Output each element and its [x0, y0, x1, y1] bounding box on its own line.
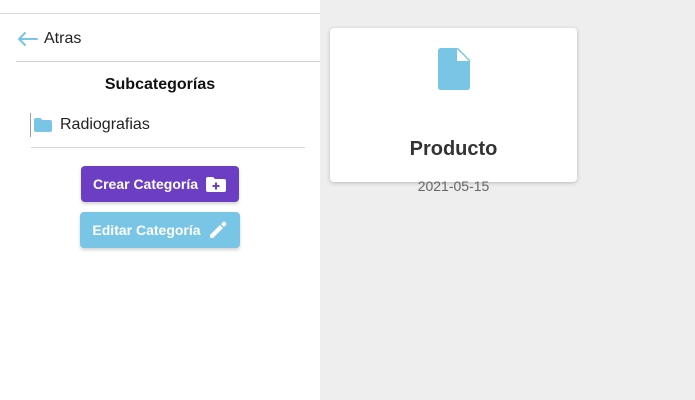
subcategory-divider — [31, 147, 305, 148]
back-button[interactable]: Atras — [16, 28, 81, 50]
product-card[interactable]: Producto 2021-05-15 — [330, 28, 577, 194]
subcategory-label: Radiografias — [60, 116, 150, 133]
subcategory-indicator — [30, 113, 31, 137]
card-title: Producto — [409, 138, 498, 160]
subcategories-title: Subcategorías — [104, 76, 216, 93]
pencil-icon — [201, 220, 228, 240]
top-divider — [0, 13, 320, 14]
sidebar: Atras Subcategorías Radiografias Crear C… — [0, 0, 320, 400]
subcategory-item-radiografias[interactable]: Radiografias — [30, 112, 150, 138]
arrow-left-icon — [16, 31, 38, 47]
back-divider — [16, 61, 320, 62]
edit-category-button[interactable]: Editar Categoría — [80, 212, 240, 248]
edit-category-label: Editar Categoría — [92, 222, 201, 238]
card-date: 2021-05-15 — [417, 178, 490, 194]
create-category-label: Crear Categoría — [92, 176, 199, 192]
create-category-button[interactable]: Crear Categoría — [81, 166, 239, 202]
file-icon — [437, 47, 471, 96]
folder-icon — [33, 117, 53, 133]
back-label: Atras — [44, 30, 82, 47]
folder-plus-icon — [198, 176, 227, 193]
